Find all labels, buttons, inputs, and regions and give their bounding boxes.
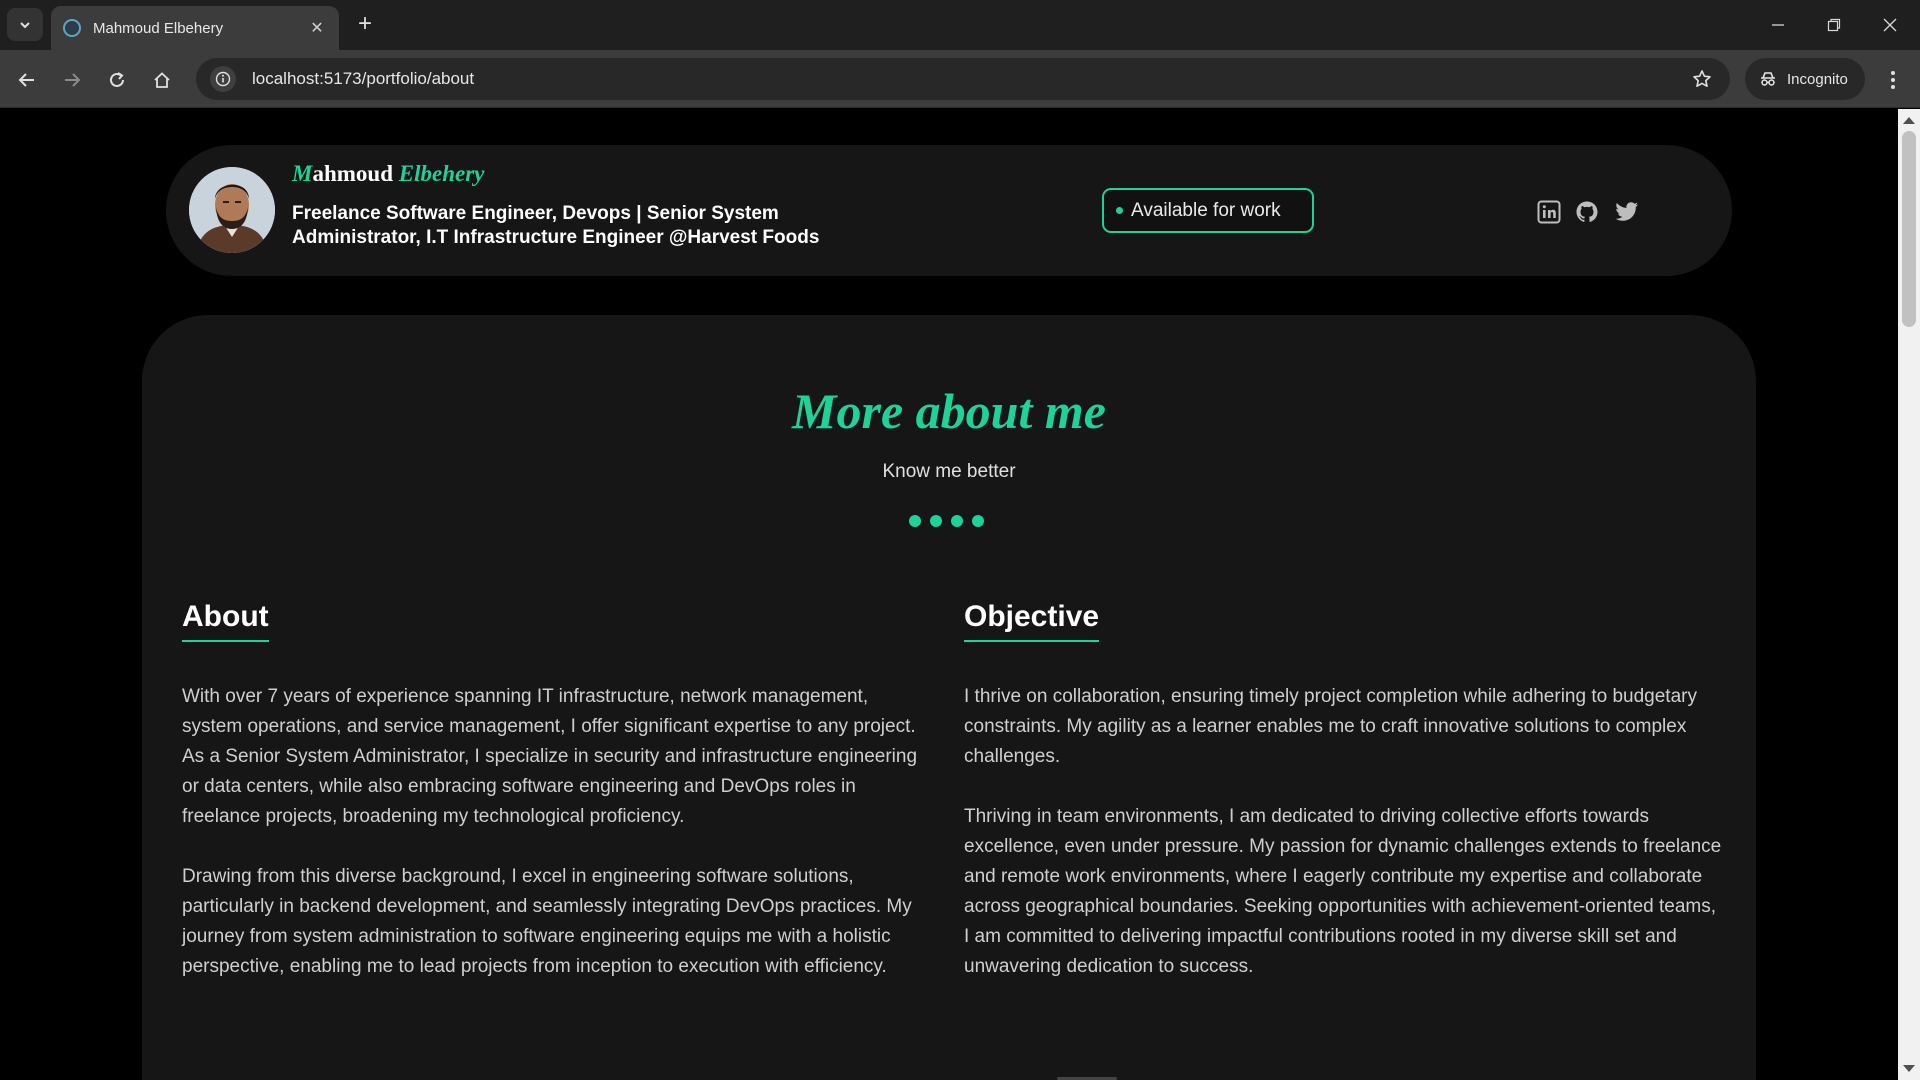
decorative-dots	[909, 515, 984, 527]
twitter-link[interactable]	[1613, 198, 1641, 226]
forward-button[interactable]	[56, 64, 88, 96]
home-icon	[154, 72, 170, 88]
name-first-initial: M	[292, 161, 313, 186]
incognito-icon	[1761, 72, 1775, 86]
back-button[interactable]	[11, 64, 43, 96]
about-paragraph-1: With over 7 years of experience spanning…	[182, 686, 918, 827]
restore-icon	[1827, 18, 1841, 32]
tab-search-button[interactable]	[7, 8, 43, 41]
restore-button[interactable]	[1814, 8, 1854, 42]
close-icon	[1883, 18, 1897, 32]
browser-menu-button[interactable]	[1880, 64, 1906, 96]
github-link[interactable]	[1573, 198, 1601, 226]
address-bar[interactable]: localhost:5173/portfolio/about	[196, 58, 1730, 100]
github-icon	[1576, 201, 1598, 222]
about-panel: More about me Know me better About With …	[142, 315, 1756, 1080]
section-title: More about me	[792, 383, 1106, 439]
availability-badge[interactable]: Available for work	[1102, 188, 1314, 233]
status-dot-icon	[1116, 207, 1123, 214]
dot-icon	[951, 515, 963, 527]
linkedin-link[interactable]	[1535, 198, 1563, 226]
profile-name: Mahmoud Elbehery	[292, 161, 484, 187]
objective-paragraph-1: I thrive on collaboration, ensuring time…	[964, 686, 1697, 767]
chevron-down-icon	[20, 21, 30, 28]
section-subtitle: Know me better	[882, 461, 1016, 482]
dot-icon	[909, 515, 921, 527]
minimize-button[interactable]	[1758, 8, 1798, 42]
about-paragraph-2: Drawing from this diverse background, I …	[182, 866, 912, 977]
tab-close-icon[interactable]: ✕	[307, 18, 327, 38]
linkedin-icon	[1537, 200, 1561, 224]
dot-icon	[930, 515, 942, 527]
close-window-button[interactable]	[1870, 8, 1910, 42]
twitter-icon	[1615, 202, 1638, 221]
profile-role: Freelance Software Engineer, Devops | Se…	[292, 203, 820, 248]
arrow-right-icon	[65, 73, 81, 87]
site-info-icon[interactable]	[210, 66, 236, 92]
scroll-thumb[interactable]	[1902, 131, 1916, 327]
about-heading: About	[182, 600, 269, 642]
url-text[interactable]: localhost:5173/portfolio/about	[252, 69, 1682, 89]
dot-icon	[972, 515, 984, 527]
tab-title: Mahmoud Elbehery	[93, 19, 224, 37]
incognito-label: Incognito	[1787, 70, 1848, 88]
browser-tab[interactable]: Mahmoud Elbehery ✕	[51, 6, 339, 50]
bookmark-star-icon[interactable]	[1682, 59, 1722, 99]
new-tab-button[interactable]: +	[350, 10, 380, 40]
kebab-menu-icon	[1891, 71, 1895, 89]
page-scrollbar[interactable]	[1898, 109, 1920, 1080]
profile-header: Mahmoud Elbehery Freelance Software Engi…	[166, 145, 1732, 276]
reload-icon	[110, 72, 124, 87]
scroll-up-arrow-icon[interactable]	[1903, 117, 1915, 124]
availability-label: Available for work	[1131, 199, 1281, 221]
avatar	[189, 167, 275, 253]
tab-strip: Mahmoud Elbehery ✕ +	[0, 0, 1920, 50]
name-last: Elbehery	[398, 161, 485, 186]
browser-toolbar: localhost:5173/portfolio/about Incognito	[0, 50, 1920, 108]
scroll-down-arrow-icon[interactable]	[1903, 1065, 1915, 1072]
minimize-icon	[1772, 24, 1784, 26]
page-viewport: Mahmoud Elbehery Freelance Software Engi…	[0, 109, 1898, 1080]
reload-button[interactable]	[101, 64, 133, 96]
about-column: About With over 7 years of experience sp…	[182, 600, 932, 982]
objective-heading: Objective	[964, 600, 1100, 642]
home-button[interactable]	[146, 64, 178, 96]
arrow-left-icon	[18, 73, 34, 87]
objective-paragraph-2: Thriving in team environments, I am dedi…	[964, 806, 1722, 977]
objective-column: Objective I thrive on collaboration, ens…	[964, 600, 1724, 982]
name-first: ahmoud	[312, 161, 393, 186]
incognito-indicator[interactable]: Incognito	[1745, 58, 1865, 100]
favicon-icon	[63, 19, 81, 37]
